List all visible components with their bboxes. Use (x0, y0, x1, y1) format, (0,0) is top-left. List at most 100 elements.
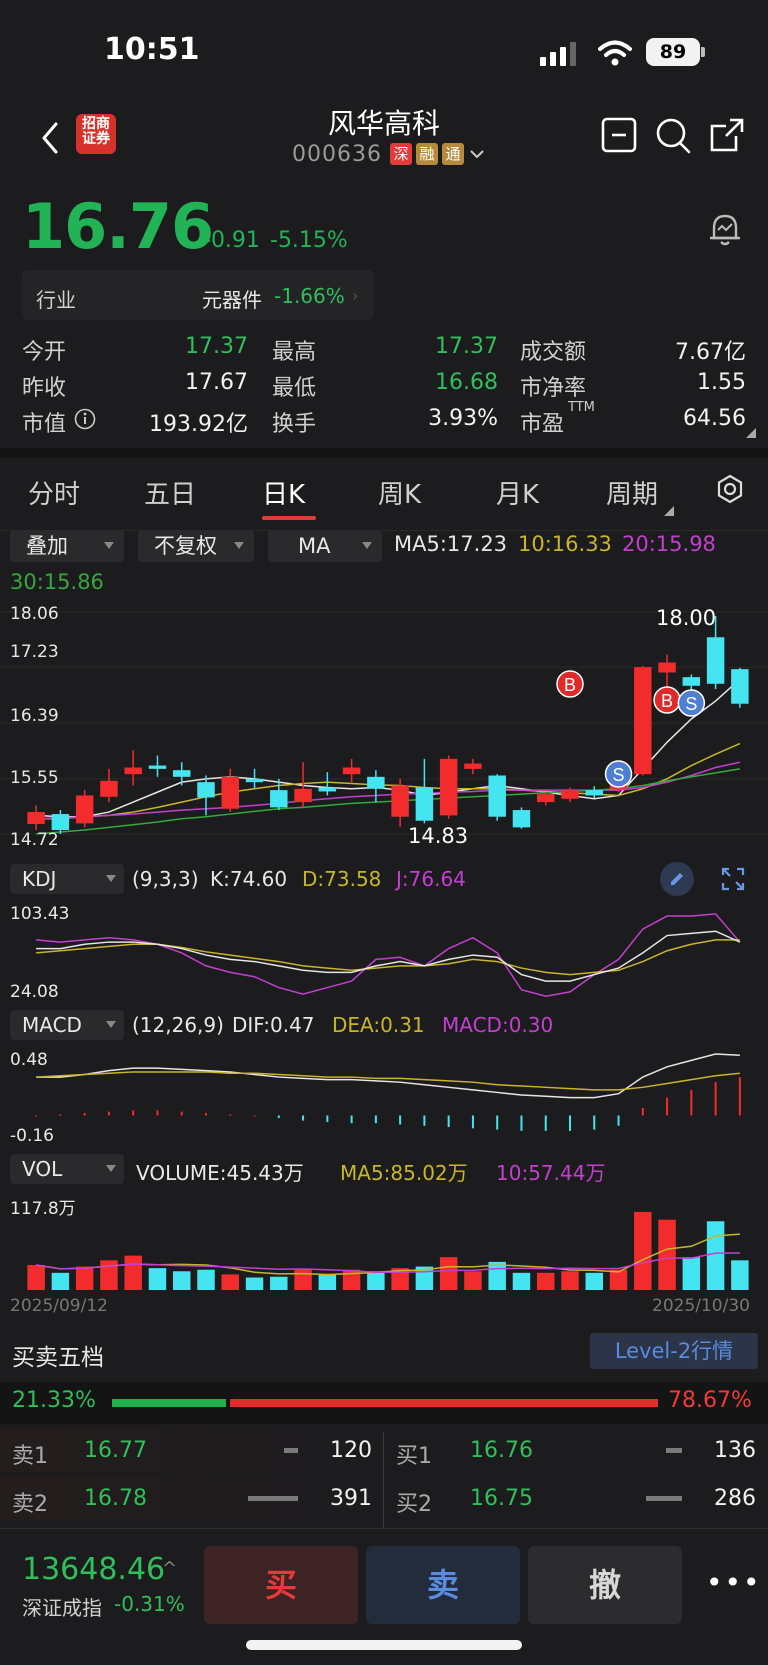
macd-bar (374, 1115, 377, 1124)
candle-body (51, 814, 70, 831)
pe-value: 64.56 (683, 406, 746, 431)
sell-ratio-bar (230, 1399, 658, 1407)
candle-body (731, 669, 749, 704)
macd-dropdown[interactable]: MACD (10, 1010, 124, 1040)
candle-body (75, 795, 94, 824)
overlay-dropdown[interactable]: 叠加 (10, 530, 124, 562)
tab-intraday[interactable]: 分时 (28, 474, 80, 511)
kdj-dropdown[interactable]: KDJ (10, 864, 124, 894)
buy-button[interactable]: 买 (204, 1546, 358, 1624)
low-price-label: 14.83 (408, 824, 469, 848)
edit-icon[interactable] (660, 862, 694, 896)
macd-bar (326, 1115, 329, 1122)
candle-body (172, 770, 191, 777)
caret-icon (106, 1165, 116, 1172)
volume-bar (439, 1257, 458, 1290)
industry-name: 元器件 (202, 288, 262, 312)
prev-close-label: 昨收 (22, 376, 67, 401)
macd-bar (205, 1112, 207, 1116)
orderbook-divider (383, 1432, 384, 1536)
level2-button[interactable]: Level-2行情 (590, 1333, 758, 1369)
battery-tip (701, 47, 705, 57)
macd-bar (520, 1115, 523, 1131)
signal-icon (540, 42, 576, 66)
current-price: 16.76 (22, 190, 214, 263)
tab-weekly-k[interactable]: 周K (378, 474, 421, 511)
volume-bar (100, 1260, 118, 1290)
price-change-pct: -5.15% (270, 228, 348, 253)
high-label: 最高 (272, 340, 317, 365)
cancel-order-button[interactable]: 撤 (528, 1546, 682, 1624)
battery-icon: 89 (646, 38, 700, 66)
ask-1-label: 卖1 (12, 1444, 48, 1469)
candle-body (124, 767, 142, 775)
candle-body (100, 780, 118, 797)
chevron-down-icon (470, 150, 484, 159)
volume-bar (512, 1272, 531, 1290)
macd-bar (714, 1082, 717, 1116)
trade-marker-text: S (613, 765, 625, 785)
bid-2-vol: 286 (714, 1486, 756, 1511)
expand-corner-icon[interactable] (746, 428, 756, 438)
volume-bar (464, 1271, 482, 1290)
macd-bar (641, 1107, 644, 1116)
candle-body (536, 794, 555, 803)
kline-chart[interactable]: BBSS (0, 596, 768, 856)
price-alert-icon[interactable] (706, 210, 744, 248)
macd-bars (35, 1077, 741, 1131)
macd-value: MACD:0.30 (442, 1013, 554, 1037)
pe-ttm-sup: TTM (568, 400, 595, 415)
volume-chart[interactable] (0, 1188, 768, 1292)
tab-period[interactable]: 周期 (606, 474, 658, 511)
share-icon[interactable] (708, 116, 746, 154)
macd-bar (690, 1089, 693, 1116)
kdj-chart[interactable] (0, 898, 768, 1008)
sell-button[interactable]: 卖 (366, 1546, 520, 1624)
buy-ratio: 21.33% (12, 1388, 96, 1413)
remove-watchlist-icon[interactable] (600, 116, 638, 154)
kdj-d-line (36, 939, 740, 976)
stock-code-row[interactable]: 000636 深 融 通 (292, 140, 486, 168)
volume-bar (609, 1269, 628, 1290)
vol-dropdown[interactable]: VOL (10, 1154, 124, 1184)
volume-bar (682, 1257, 701, 1290)
macd-bar (302, 1115, 305, 1121)
candle-body (318, 787, 337, 792)
tab-five-day[interactable]: 五日 (144, 474, 196, 511)
ma5-value: MA5:17.23 (394, 532, 508, 556)
search-icon[interactable] (654, 116, 692, 154)
tab-daily-k[interactable]: 日K (262, 474, 305, 511)
bid-1-label: 买1 (396, 1444, 432, 1469)
bid-2-label: 买2 (396, 1492, 432, 1517)
industry-label: 行业 (36, 288, 76, 312)
volume-bar (658, 1219, 676, 1290)
tab-monthly-k[interactable]: 月K (496, 474, 539, 511)
macd-bar (471, 1115, 474, 1129)
prev-close-value: 17.67 (185, 370, 248, 395)
market-cap-value: 193.92亿 (149, 412, 248, 437)
volume-bar (536, 1272, 555, 1290)
stock-code: 000636 (292, 141, 382, 167)
more-icon[interactable]: ••• (706, 1566, 762, 1599)
macd-bar (59, 1114, 62, 1116)
chevron-up-icon[interactable]: ^ (162, 1558, 177, 1579)
ma30-value: 30:15.86 (10, 570, 104, 594)
ask-1-price: 16.77 (84, 1438, 147, 1463)
index-value[interactable]: 13648.46 (22, 1552, 165, 1587)
info-icon[interactable] (74, 408, 96, 430)
macd-bar (132, 1110, 135, 1116)
indicator-dropdown[interactable]: MA (268, 530, 382, 562)
trade-marker-text: S (685, 694, 697, 714)
macd-bar (350, 1115, 353, 1124)
adjust-dropdown[interactable]: 不复权 (138, 530, 254, 562)
market-cap-label: 市值 (22, 412, 67, 437)
index-name[interactable]: 深证成指 (22, 1592, 102, 1621)
macd-chart[interactable] (0, 1044, 768, 1150)
kdj-bottom: 24.08 (10, 982, 59, 1002)
volume-bar (731, 1260, 749, 1290)
fullscreen-icon[interactable] (720, 866, 746, 892)
macd-bar (229, 1114, 232, 1116)
kdj-top: 103.43 (10, 904, 70, 924)
caret-icon (106, 1021, 116, 1028)
gear-icon[interactable] (715, 474, 745, 504)
